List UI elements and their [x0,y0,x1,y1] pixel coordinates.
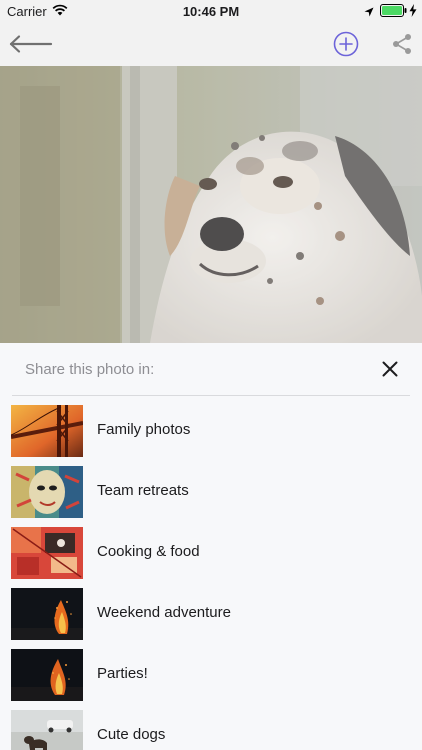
album-row-weekend-adventure[interactable]: Weekend adventure [0,587,422,643]
album-row-cooking-food[interactable]: Cooking & food [0,526,422,582]
album-name: Parties! [97,665,148,682]
album-name: Cooking & food [97,543,200,560]
share-sheet-header: Share this photo in: [0,343,422,395]
battery-icon [380,4,407,20]
album-name: Weekend adventure [97,604,231,621]
dog-photo [0,66,422,343]
album-thumbnail [11,649,83,701]
album-thumbnail [11,405,83,457]
close-icon [382,361,398,377]
share-button[interactable] [386,22,418,66]
album-name: Team retreats [97,482,189,499]
arrow-left-icon [9,35,53,53]
divider [12,395,410,396]
album-row-family-photos[interactable]: Family photos [0,404,422,460]
album-thumbnail [11,527,83,579]
share-sheet: Share this photo in: Family photos Team … [0,343,422,750]
photo-overlay [0,66,422,343]
clock: 10:46 PM [182,4,240,19]
close-button[interactable] [376,355,404,383]
share-sheet-title: Share this photo in: [25,361,155,378]
album-thumbnail [11,710,83,750]
add-button[interactable] [328,22,364,66]
album-thumbnail [11,466,83,518]
plus-circle-icon [333,31,359,57]
album-name: Family photos [97,421,191,438]
album-thumbnail [11,588,83,640]
album-row-cute-dogs[interactable]: Cute dogs [0,709,422,750]
album-row-team-retreats[interactable]: Team retreats [0,465,422,521]
album-name: Cute dogs [97,726,166,743]
album-row-parties[interactable]: Parties! [0,648,422,704]
charging-icon [409,4,417,20]
location-icon [364,5,374,20]
back-button[interactable] [6,22,56,66]
share-icon [393,34,411,54]
status-bar: Carrier 10:46 PM [0,0,422,22]
navigation-bar [0,22,422,66]
